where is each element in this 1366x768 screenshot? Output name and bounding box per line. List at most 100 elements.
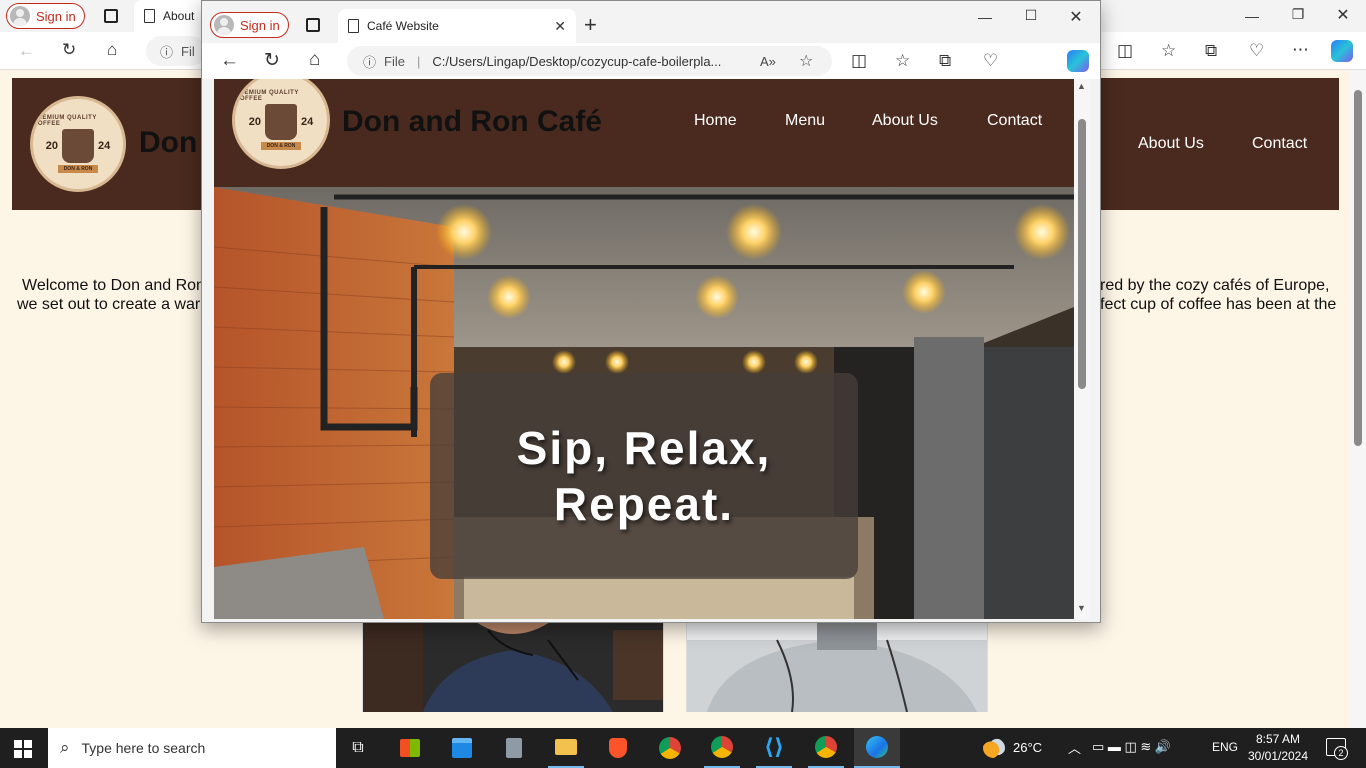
page-icon (144, 9, 155, 23)
taskbar: ⌕ Type here to search ⧉ ⟨⟩ 26°C ︿ ▭ ▬ ◫ … (0, 728, 1366, 768)
close-button[interactable]: ✕ (1320, 5, 1366, 25)
brand-name: Don and Ron Café (342, 105, 602, 138)
show-hidden-icons-icon[interactable]: ︿ (1068, 738, 1081, 757)
brave-icon[interactable] (600, 728, 636, 768)
logo-ribbon: DON & RON (260, 142, 302, 150)
tab-title: About (163, 9, 195, 23)
sign-in-button[interactable]: Sign in (210, 12, 289, 38)
favorite-icon[interactable]: ☆ (799, 51, 813, 71)
welcome-text-line: Welcome to Don and Ron (22, 277, 205, 294)
tab-actions-icon[interactable] (104, 9, 118, 23)
logo-year-left: 20 (248, 116, 261, 128)
welcome-text-line: fect cup of coffee has been at the (1100, 296, 1337, 313)
tab-about[interactable]: About (134, 0, 206, 32)
hero-heading-line: Sip, Relax, (516, 422, 772, 474)
split-screen-icon[interactable]: ◫ (851, 52, 867, 69)
scroll-down-icon[interactable]: ▼ (1077, 603, 1086, 613)
address-bar[interactable]: ⓘ File | C:/Users/Lingap/Desktop/cozycup… (347, 46, 832, 76)
cafe-logo: PREMIUM QUALITY COFFEE 20 24 DON & RON (30, 96, 126, 192)
weather-temp[interactable]: 26°C (1013, 740, 1042, 755)
sign-in-button[interactable]: Sign in (6, 3, 85, 29)
task-view-icon[interactable]: ⧉ (340, 728, 376, 768)
nav-home[interactable]: Home (694, 112, 737, 130)
windows-icon[interactable] (14, 740, 32, 758)
chrome-icon[interactable] (808, 728, 844, 768)
home-icon[interactable]: ⌂ (309, 50, 320, 69)
store-icon[interactable] (392, 728, 428, 768)
scroll-up-icon[interactable]: ▲ (1077, 81, 1086, 91)
nav-menu[interactable]: Menu (785, 112, 825, 130)
search-icon: ⌕ (60, 738, 70, 757)
split-screen-icon[interactable]: ◫ (1117, 42, 1133, 59)
weather-icon[interactable] (983, 738, 1005, 758)
vscode-icon[interactable]: ⟨⟩ (756, 728, 792, 768)
clock[interactable]: 8:57 AM 30/01/2024 (1244, 731, 1312, 765)
logo-year-right: 24 (98, 140, 111, 152)
avatar-icon (10, 6, 30, 26)
owner-photo (362, 620, 664, 712)
refresh-icon[interactable]: ↻ (264, 51, 280, 70)
tab-title: Café Website (367, 19, 439, 33)
calculator-icon[interactable] (496, 728, 532, 768)
more-icon[interactable]: ⋯ (1292, 41, 1309, 58)
restore-button[interactable]: ❐ (1275, 6, 1321, 23)
scrollbar-thumb[interactable] (1354, 90, 1362, 446)
close-button[interactable]: ✕ (1053, 7, 1099, 27)
address-text: C:/Users/Lingap/Desktop/cozycup-cafe-boi… (432, 53, 722, 69)
nav-contact[interactable]: Contact (1252, 135, 1307, 153)
favorites-icon[interactable]: ☆ (895, 52, 910, 69)
page-content: PREMIUM QUALITY COFFEE 20 24 DON & RON D… (214, 79, 1074, 619)
home-icon[interactable]: ⌂ (107, 41, 117, 58)
minimize-button[interactable]: — (1229, 8, 1275, 24)
back-icon[interactable]: ← (18, 42, 35, 59)
collections-icon[interactable]: ⧉ (939, 52, 951, 69)
system-tray-icons[interactable]: ▭ ▬ ◫ ≋ 🔊 (1092, 739, 1171, 755)
notification-badge: 2 (1334, 746, 1348, 760)
language-indicator[interactable]: ENG (1212, 740, 1238, 754)
brand-name: Don (139, 126, 198, 159)
new-tab-button[interactable]: + (584, 14, 597, 36)
scrollbar-thumb[interactable] (1078, 119, 1086, 389)
maximize-button[interactable]: ☐ (1008, 7, 1054, 24)
separator: | (416, 53, 421, 69)
sign-in-label: Sign in (240, 17, 280, 33)
coffee-cup-icon (265, 104, 297, 140)
clock-time: 8:57 AM (1255, 732, 1301, 746)
read-aloud-icon[interactable]: A» (760, 54, 776, 69)
collections-icon[interactable]: ⧉ (1205, 42, 1217, 59)
welcome-text-line: we set out to create a war (17, 296, 201, 313)
nav-about-us[interactable]: About Us (1138, 135, 1204, 153)
chrome-icon[interactable] (652, 728, 688, 768)
minimize-button[interactable]: — (962, 9, 1008, 25)
avatar-icon (214, 15, 234, 35)
browser-essentials-icon[interactable]: ♡ (983, 52, 998, 69)
favorites-icon[interactable]: ☆ (1161, 42, 1176, 59)
logo-ring-text: PREMIUM QUALITY COFFEE (235, 90, 299, 102)
site-header: PREMIUM QUALITY COFFEE 20 24 DON & RON D… (214, 79, 1074, 187)
sign-in-label: Sign in (36, 8, 76, 24)
tab-actions-icon[interactable] (306, 18, 320, 32)
tab-cafe-website[interactable]: Café Website ✕ (338, 9, 576, 43)
info-icon: ⓘ (363, 54, 377, 70)
logo-ring-text: PREMIUM QUALITY COFFEE (33, 115, 97, 127)
browser-essentials-icon[interactable]: ♡ (1249, 42, 1264, 59)
copilot-icon[interactable] (1067, 50, 1089, 72)
close-tab-icon[interactable]: ✕ (554, 18, 566, 35)
address-bar[interactable]: ⓘ Fil (146, 36, 206, 66)
copilot-icon[interactable] (1331, 40, 1353, 62)
taskbar-search-box[interactable]: ⌕ Type here to search (48, 728, 336, 768)
hero-heading: Sip, Relax, Repeat. (517, 420, 772, 532)
chrome-icon[interactable] (704, 728, 740, 768)
clock-date: 30/01/2024 (1247, 749, 1309, 763)
coffee-cup-icon (62, 129, 94, 163)
back-icon[interactable]: ← (220, 51, 239, 70)
calendar-icon[interactable] (444, 728, 480, 768)
hero-overlay: Sip, Relax, Repeat. (430, 373, 858, 579)
refresh-icon[interactable]: ↻ (62, 41, 76, 58)
nav-about-us[interactable]: About Us (872, 112, 938, 130)
file-explorer-icon[interactable] (548, 728, 584, 768)
scrollbar[interactable]: ▲ ▼ (1074, 79, 1090, 619)
nav-contact[interactable]: Contact (987, 112, 1042, 130)
scrollbar[interactable] (1350, 70, 1366, 728)
edge-icon[interactable] (854, 728, 900, 768)
